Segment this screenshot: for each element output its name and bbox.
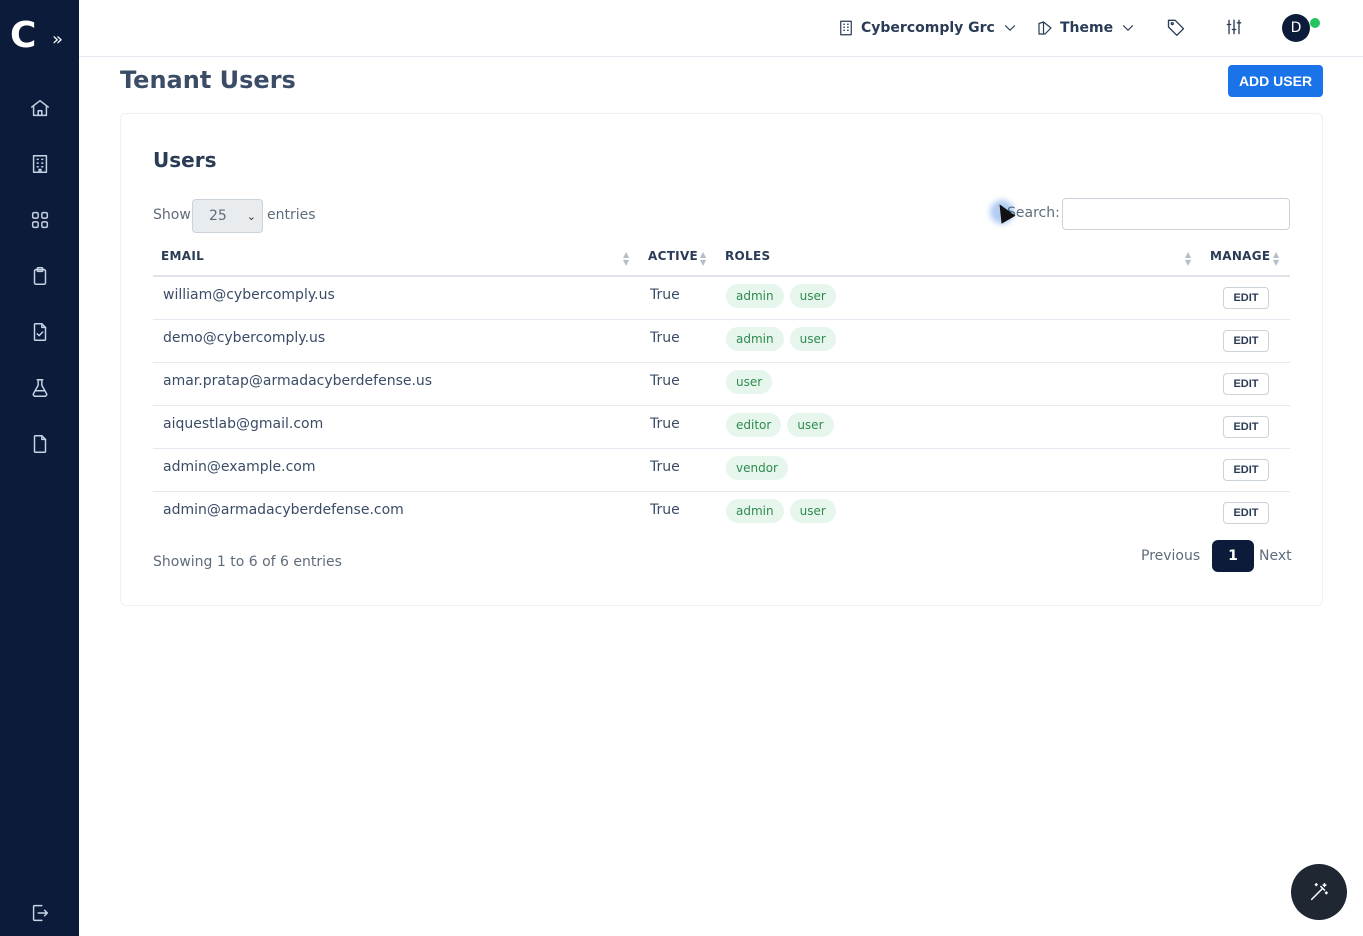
row-roles: admin user <box>726 499 836 523</box>
role-badge: admin <box>726 284 784 308</box>
chevron-down-icon: ⌄ <box>246 210 256 223</box>
row-active: True <box>650 459 680 475</box>
theme-label: Theme <box>1060 20 1114 36</box>
theme-selector[interactable]: Theme <box>1036 16 1137 40</box>
expand-sidebar-icon[interactable]: » <box>52 28 68 52</box>
header-email[interactable]: EMAIL <box>161 249 204 263</box>
role-badge: user <box>789 327 836 351</box>
row-roles: admin user <box>726 284 836 308</box>
table-row: admin@example.com True vendor EDIT <box>153 449 1290 492</box>
row-email: admin@example.com <box>163 459 316 475</box>
building-icon <box>840 20 852 36</box>
show-label: Show <box>153 207 191 223</box>
row-roles: user <box>726 370 773 394</box>
edit-button[interactable]: EDIT <box>1223 459 1269 481</box>
chevron-down-icon <box>1123 25 1134 31</box>
add-user-button[interactable]: ADD USER <box>1228 65 1323 97</box>
previous-page-link[interactable]: Previous <box>1141 548 1200 564</box>
entries-select-value: 25 <box>209 208 227 224</box>
tenant-name: Cybercomply Grc <box>861 20 995 36</box>
edit-button[interactable]: EDIT <box>1223 502 1269 524</box>
row-roles: vendor <box>726 456 788 480</box>
edit-button[interactable]: EDIT <box>1223 287 1269 309</box>
table-row: aiquestlab@gmail.com True editor user ED… <box>153 406 1290 449</box>
magic-wand-button[interactable] <box>1291 864 1347 920</box>
row-email: admin@armadacyberdefense.com <box>163 502 404 518</box>
row-active: True <box>650 373 680 389</box>
sort-icon[interactable]: ▲ ▼ <box>700 251 706 267</box>
sidebar: C » <box>0 0 79 936</box>
role-badge: editor <box>726 413 782 437</box>
row-active: True <box>650 330 680 346</box>
search-label: Search: <box>1007 205 1060 221</box>
row-active: True <box>650 416 680 432</box>
app-logo[interactable]: C <box>10 16 38 56</box>
entries-label: entries <box>267 207 316 223</box>
avatar[interactable]: D <box>1282 14 1310 42</box>
table-row: admin@armadacyberdefense.com True admin … <box>153 492 1290 535</box>
role-badge: user <box>789 499 836 523</box>
edit-button[interactable]: EDIT <box>1223 373 1269 395</box>
page-number-button[interactable]: 1 <box>1212 540 1254 572</box>
role-badge: vendor <box>726 456 788 480</box>
edit-button[interactable]: EDIT <box>1223 330 1269 352</box>
home-icon[interactable] <box>28 96 52 120</box>
tenant-selector[interactable]: Cybercomply Grc <box>837 16 1019 40</box>
role-badge: user <box>787 413 834 437</box>
row-email: amar.pratap@armadacyberdefense.us <box>163 373 433 389</box>
header-active[interactable]: ACTIVE <box>648 249 698 263</box>
table-row: demo@cybercomply.us True admin user EDIT <box>153 320 1290 363</box>
tag-icon[interactable] <box>1166 17 1188 39</box>
role-badge: user <box>726 370 773 394</box>
file-check-icon[interactable] <box>28 320 52 344</box>
row-roles: editor user <box>726 413 834 437</box>
row-email: demo@cybercomply.us <box>163 330 326 346</box>
row-active: True <box>650 502 680 518</box>
row-roles: admin user <box>726 327 836 351</box>
row-email: aiquestlab@gmail.com <box>163 416 324 432</box>
sliders-icon[interactable] <box>1224 17 1246 39</box>
sort-icon[interactable]: ▲ ▼ <box>1185 251 1191 267</box>
role-badge: user <box>789 284 836 308</box>
building-icon[interactable] <box>28 152 52 176</box>
header-roles[interactable]: ROLES <box>725 249 770 263</box>
file-icon[interactable] <box>28 432 52 456</box>
flask-icon[interactable] <box>28 376 52 400</box>
search-input[interactable] <box>1062 198 1290 230</box>
online-status-dot <box>1310 18 1320 28</box>
header-manage[interactable]: MANAGE <box>1210 249 1270 263</box>
sort-icon[interactable]: ▲ ▼ <box>1273 251 1279 267</box>
chevron-down-icon <box>1004 25 1015 31</box>
grid-icon[interactable] <box>28 208 52 232</box>
table-header: EMAIL ▲ ▼ ACTIVE ▲ ▼ ROLES ▲ ▼ MANAGE ▲ ▼ <box>153 245 1290 277</box>
entries-select[interactable]: 25 ⌄ <box>192 199 263 233</box>
sort-icon[interactable]: ▲ ▼ <box>623 251 629 267</box>
table-info: Showing 1 to 6 of 6 entries <box>153 554 342 570</box>
edit-button[interactable]: EDIT <box>1223 416 1269 438</box>
clipboard-icon[interactable] <box>28 264 52 288</box>
next-page-link[interactable]: Next <box>1259 548 1292 564</box>
users-card: Users Show 25 ⌄ entries Search: EMAIL ▲ ▼… <box>120 113 1323 606</box>
row-email: william@cybercomply.us <box>163 287 335 303</box>
role-badge: admin <box>726 499 784 523</box>
table-row: william@cybercomply.us True admin user E… <box>153 277 1290 320</box>
logout-icon[interactable] <box>28 901 52 925</box>
topbar: Cybercomply Grc Theme D <box>79 0 1363 57</box>
magic-wand-icon <box>1310 883 1328 901</box>
table-row: amar.pratap@armadacyberdefense.us True u… <box>153 363 1290 406</box>
palette-icon <box>1038 21 1052 35</box>
card-title: Users <box>153 148 217 172</box>
role-badge: admin <box>726 327 784 351</box>
page-title: Tenant Users <box>120 66 296 94</box>
row-active: True <box>650 287 680 303</box>
